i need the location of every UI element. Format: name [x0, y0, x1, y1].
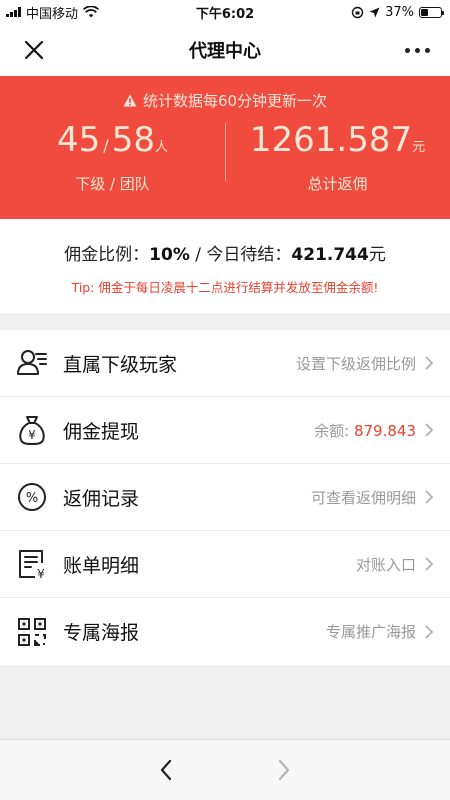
back-button[interactable]: [151, 755, 181, 785]
team-count: 45/58人: [0, 117, 225, 171]
menu-item-direct-players[interactable]: 直属下级玩家 设置下级返佣比例: [0, 330, 450, 397]
stats-divider: [225, 123, 226, 181]
ratio-label: 佣金比例：: [64, 245, 150, 265]
rotation-lock-icon: [351, 6, 364, 18]
close-icon[interactable]: [22, 38, 46, 62]
more-icon[interactable]: [402, 38, 432, 62]
currency-unit: 元: [412, 140, 426, 155]
money-bag-icon: ¥: [19, 416, 45, 445]
user-list-icon: [17, 350, 47, 375]
rebate-stat-label: 总计返佣: [307, 175, 368, 193]
menu-hint: 可查看返佣明细: [310, 488, 416, 507]
menu-hint: 专属推广海报: [325, 623, 416, 641]
ratio-value: 10%: [149, 245, 190, 265]
status-left: 中国移动: [6, 3, 100, 22]
pending-label: / 今日待结：: [189, 245, 292, 265]
total-rebate-value: 1261.587: [249, 120, 413, 160]
battery-icon: [419, 6, 444, 18]
balance-label: 余额:: [314, 421, 354, 440]
chevron-right-icon: [278, 759, 290, 781]
svg-text:¥: ¥: [37, 567, 45, 581]
page-title: 代理中心: [189, 41, 261, 62]
commission-panel: 佣金比例：10% / 今日待结：421.744元 Tip: 佣金于每日凌晨十二点…: [0, 219, 450, 313]
stats-row: 45/58人 下级 / 团队 1261.587元 总计返佣: [0, 117, 450, 194]
settlement-tip: Tip: 佣金于每日凌晨十二点进行结算并发放至佣金余额!: [71, 280, 379, 295]
carrier-name: 中国移动: [26, 6, 79, 22]
menu-item-poster[interactable]: 专属海报 专属推广海报: [0, 598, 450, 665]
chevron-right-icon: [425, 423, 434, 437]
chevron-right-icon: [425, 356, 434, 370]
menu-label: 账单明细: [63, 554, 140, 577]
balance-value: 879.843: [353, 421, 416, 440]
pending-value: 421.744: [291, 245, 369, 265]
battery-percent: 37%: [385, 4, 414, 20]
wifi-icon: [83, 6, 100, 18]
signal-icon: [6, 7, 21, 17]
team-stat-label: 下级 / 团队: [75, 175, 150, 193]
pending-unit: 元: [368, 245, 386, 265]
chevron-right-icon: [425, 490, 434, 504]
menu-hint: 对账入口: [355, 555, 416, 574]
warning-icon: [123, 94, 137, 107]
menu-item-bill-details[interactable]: ¥ 账单明细 对账入口: [0, 531, 450, 598]
team-size: 58: [111, 120, 155, 160]
rebate-stat[interactable]: 1261.587元 总计返佣: [225, 117, 450, 194]
menu-item-rebate-records[interactable]: % 返佣记录 可查看返佣明细: [0, 464, 450, 531]
svg-text:%: %: [26, 491, 38, 506]
menu-label: 佣金提现: [63, 420, 140, 443]
chevron-left-icon: [160, 759, 172, 781]
qr-code-icon: [18, 617, 46, 646]
percent-icon: %: [18, 483, 46, 511]
commission-line: 佣金比例：10% / 今日待结：421.744元: [0, 240, 450, 265]
bill-icon: ¥: [19, 550, 45, 581]
forward-button[interactable]: [269, 755, 299, 785]
menu-hint: 设置下级返佣比例: [295, 354, 416, 373]
menu-list: 直属下级玩家 设置下级返佣比例 ¥ 佣金提现 余额: 879.843 % 返佣记…: [0, 330, 450, 665]
status-bar: 中国移动 下午6:02 37%: [0, 0, 450, 24]
chevron-right-icon: [425, 624, 434, 639]
status-right: 37%: [351, 4, 444, 20]
menu-label: 直属下级玩家: [63, 353, 178, 376]
svg-text:¥: ¥: [28, 428, 36, 442]
menu-label: 专属海报: [63, 622, 140, 644]
update-notice-text: 统计数据每60分钟更新一次: [142, 92, 328, 110]
total-rebate: 1261.587元: [225, 117, 450, 171]
menu-label: 返佣记录: [63, 487, 140, 510]
subordinate-count: 45: [57, 120, 101, 160]
people-unit: 人: [154, 140, 168, 155]
location-icon: [369, 7, 380, 17]
bottom-toolbar: [0, 739, 450, 800]
nav-bar: 代理中心: [0, 24, 450, 76]
stats-banner: 统计数据每60分钟更新一次 45/58人 下级 / 团队 1261.587元 总…: [0, 76, 450, 219]
count-separator: /: [103, 136, 109, 155]
chevron-right-icon: [425, 557, 434, 571]
team-stat[interactable]: 45/58人 下级 / 团队: [0, 117, 225, 194]
update-notice: 统计数据每60分钟更新一次: [0, 76, 450, 111]
clock: 下午6:02: [195, 6, 255, 22]
menu-hint: 余额: 879.843: [314, 420, 416, 441]
menu-item-withdraw[interactable]: ¥ 佣金提现 余额: 879.843: [0, 397, 450, 464]
